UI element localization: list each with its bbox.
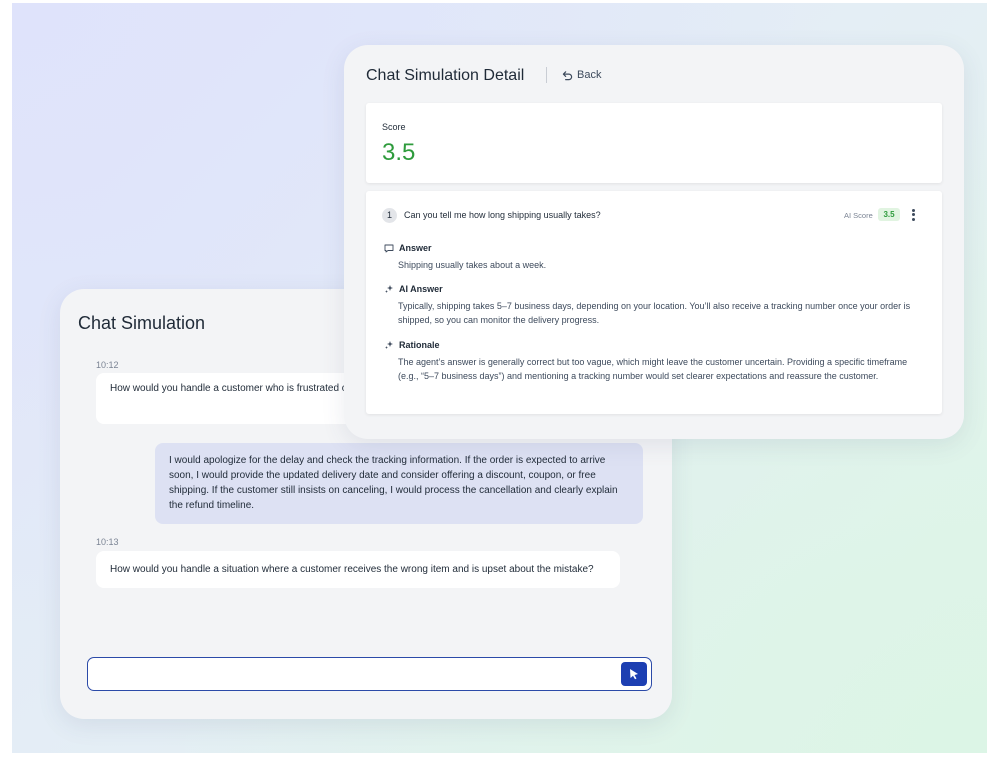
title-divider — [546, 67, 547, 83]
sparkle-icon — [385, 285, 393, 293]
rationale-label: Rationale — [399, 340, 440, 350]
back-button[interactable]: Back — [562, 69, 601, 81]
chat-title: Chat Simulation — [78, 313, 206, 333]
answer-heading: Answer — [384, 243, 432, 253]
chat-simulation-detail-panel: Chat Simulation Detail Back Score 3.5 1 … — [344, 45, 964, 439]
more-options-icon[interactable] — [908, 207, 918, 223]
ai-answer-label: AI Answer — [399, 284, 443, 294]
score-value: 3.5 — [382, 139, 416, 166]
rationale-heading: Rationale — [384, 340, 440, 350]
question-number: 1 — [382, 208, 397, 223]
question-text: Can you tell me how long shipping usuall… — [404, 210, 601, 220]
send-button[interactable] — [621, 662, 647, 686]
sparkle-icon — [385, 341, 393, 349]
back-label: Back — [577, 69, 602, 81]
message-timestamp: 10:13 — [96, 537, 119, 547]
question-card: 1 Can you tell me how long shipping usua… — [366, 191, 942, 414]
ai-score-label: AI Score — [844, 211, 873, 220]
ai-score-badge: 3.5 — [878, 208, 900, 221]
agent-message: I would apologize for the delay and chec… — [155, 443, 643, 524]
ai-answer-heading: AI Answer — [384, 284, 443, 294]
detail-title: Chat Simulation Detail — [366, 67, 525, 84]
ai-answer-text: Typically, shipping takes 5–7 business d… — [398, 301, 911, 325]
cursor-arrow-icon — [630, 669, 638, 680]
score-card: Score 3.5 — [366, 103, 942, 183]
customer-message: How would you handle a situation where a… — [96, 551, 620, 588]
chat-input-box[interactable] — [87, 657, 652, 691]
chat-input[interactable] — [96, 658, 620, 690]
message-icon — [384, 244, 394, 252]
rationale-text: The agent’s answer is generally correct … — [398, 357, 908, 381]
answer-label: Answer — [399, 243, 432, 253]
background-stage: Chat Simulation 10:12 How would you hand… — [12, 3, 987, 753]
score-label: Score — [382, 122, 406, 132]
message-timestamp: 10:12 — [96, 360, 119, 370]
answer-text: Shipping usually takes about a week. — [398, 260, 547, 270]
undo-arrow-icon — [562, 70, 573, 80]
